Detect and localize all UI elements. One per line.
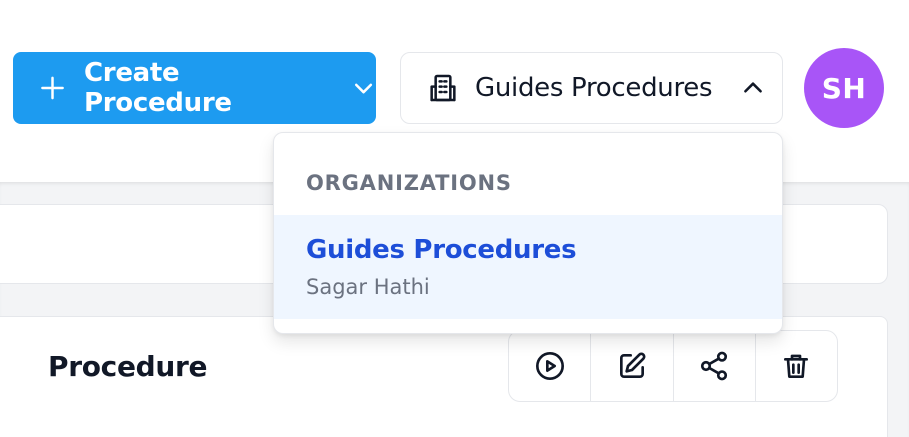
- share-button[interactable]: [674, 331, 756, 401]
- user-avatar[interactable]: SH: [804, 48, 884, 128]
- create-procedure-label: Create Procedure: [84, 58, 232, 118]
- edit-icon: [619, 352, 646, 378]
- organization-option-owner: Sagar Hathi: [306, 275, 430, 299]
- edit-button[interactable]: [591, 331, 674, 401]
- organization-dropdown: ORGANIZATIONS Guides Procedures Sagar Ha…: [273, 132, 783, 334]
- chevron-up-icon: [744, 82, 763, 93]
- organization-option[interactable]: Guides Procedures Sagar Hathi: [274, 215, 782, 319]
- organization-option-title: Guides Procedures: [306, 235, 577, 265]
- procedure-title: Procedure: [48, 350, 208, 383]
- chevron-down-icon: [354, 83, 373, 94]
- building-icon: [430, 74, 456, 102]
- page: Procedure Create Procedure Guides Proced…: [0, 0, 909, 437]
- play-circle-icon: [535, 352, 564, 380]
- plus-icon: [41, 76, 64, 100]
- procedure-actions: [508, 330, 838, 402]
- organization-name: Guides Procedures: [475, 73, 713, 103]
- create-procedure-button[interactable]: Create Procedure: [13, 52, 376, 124]
- trash-icon: [784, 354, 809, 378]
- delete-button[interactable]: [756, 331, 837, 401]
- share-icon: [701, 351, 728, 381]
- dropdown-section-label: ORGANIZATIONS: [306, 171, 512, 195]
- run-button[interactable]: [509, 331, 592, 401]
- organization-switcher[interactable]: Guides Procedures: [400, 52, 783, 124]
